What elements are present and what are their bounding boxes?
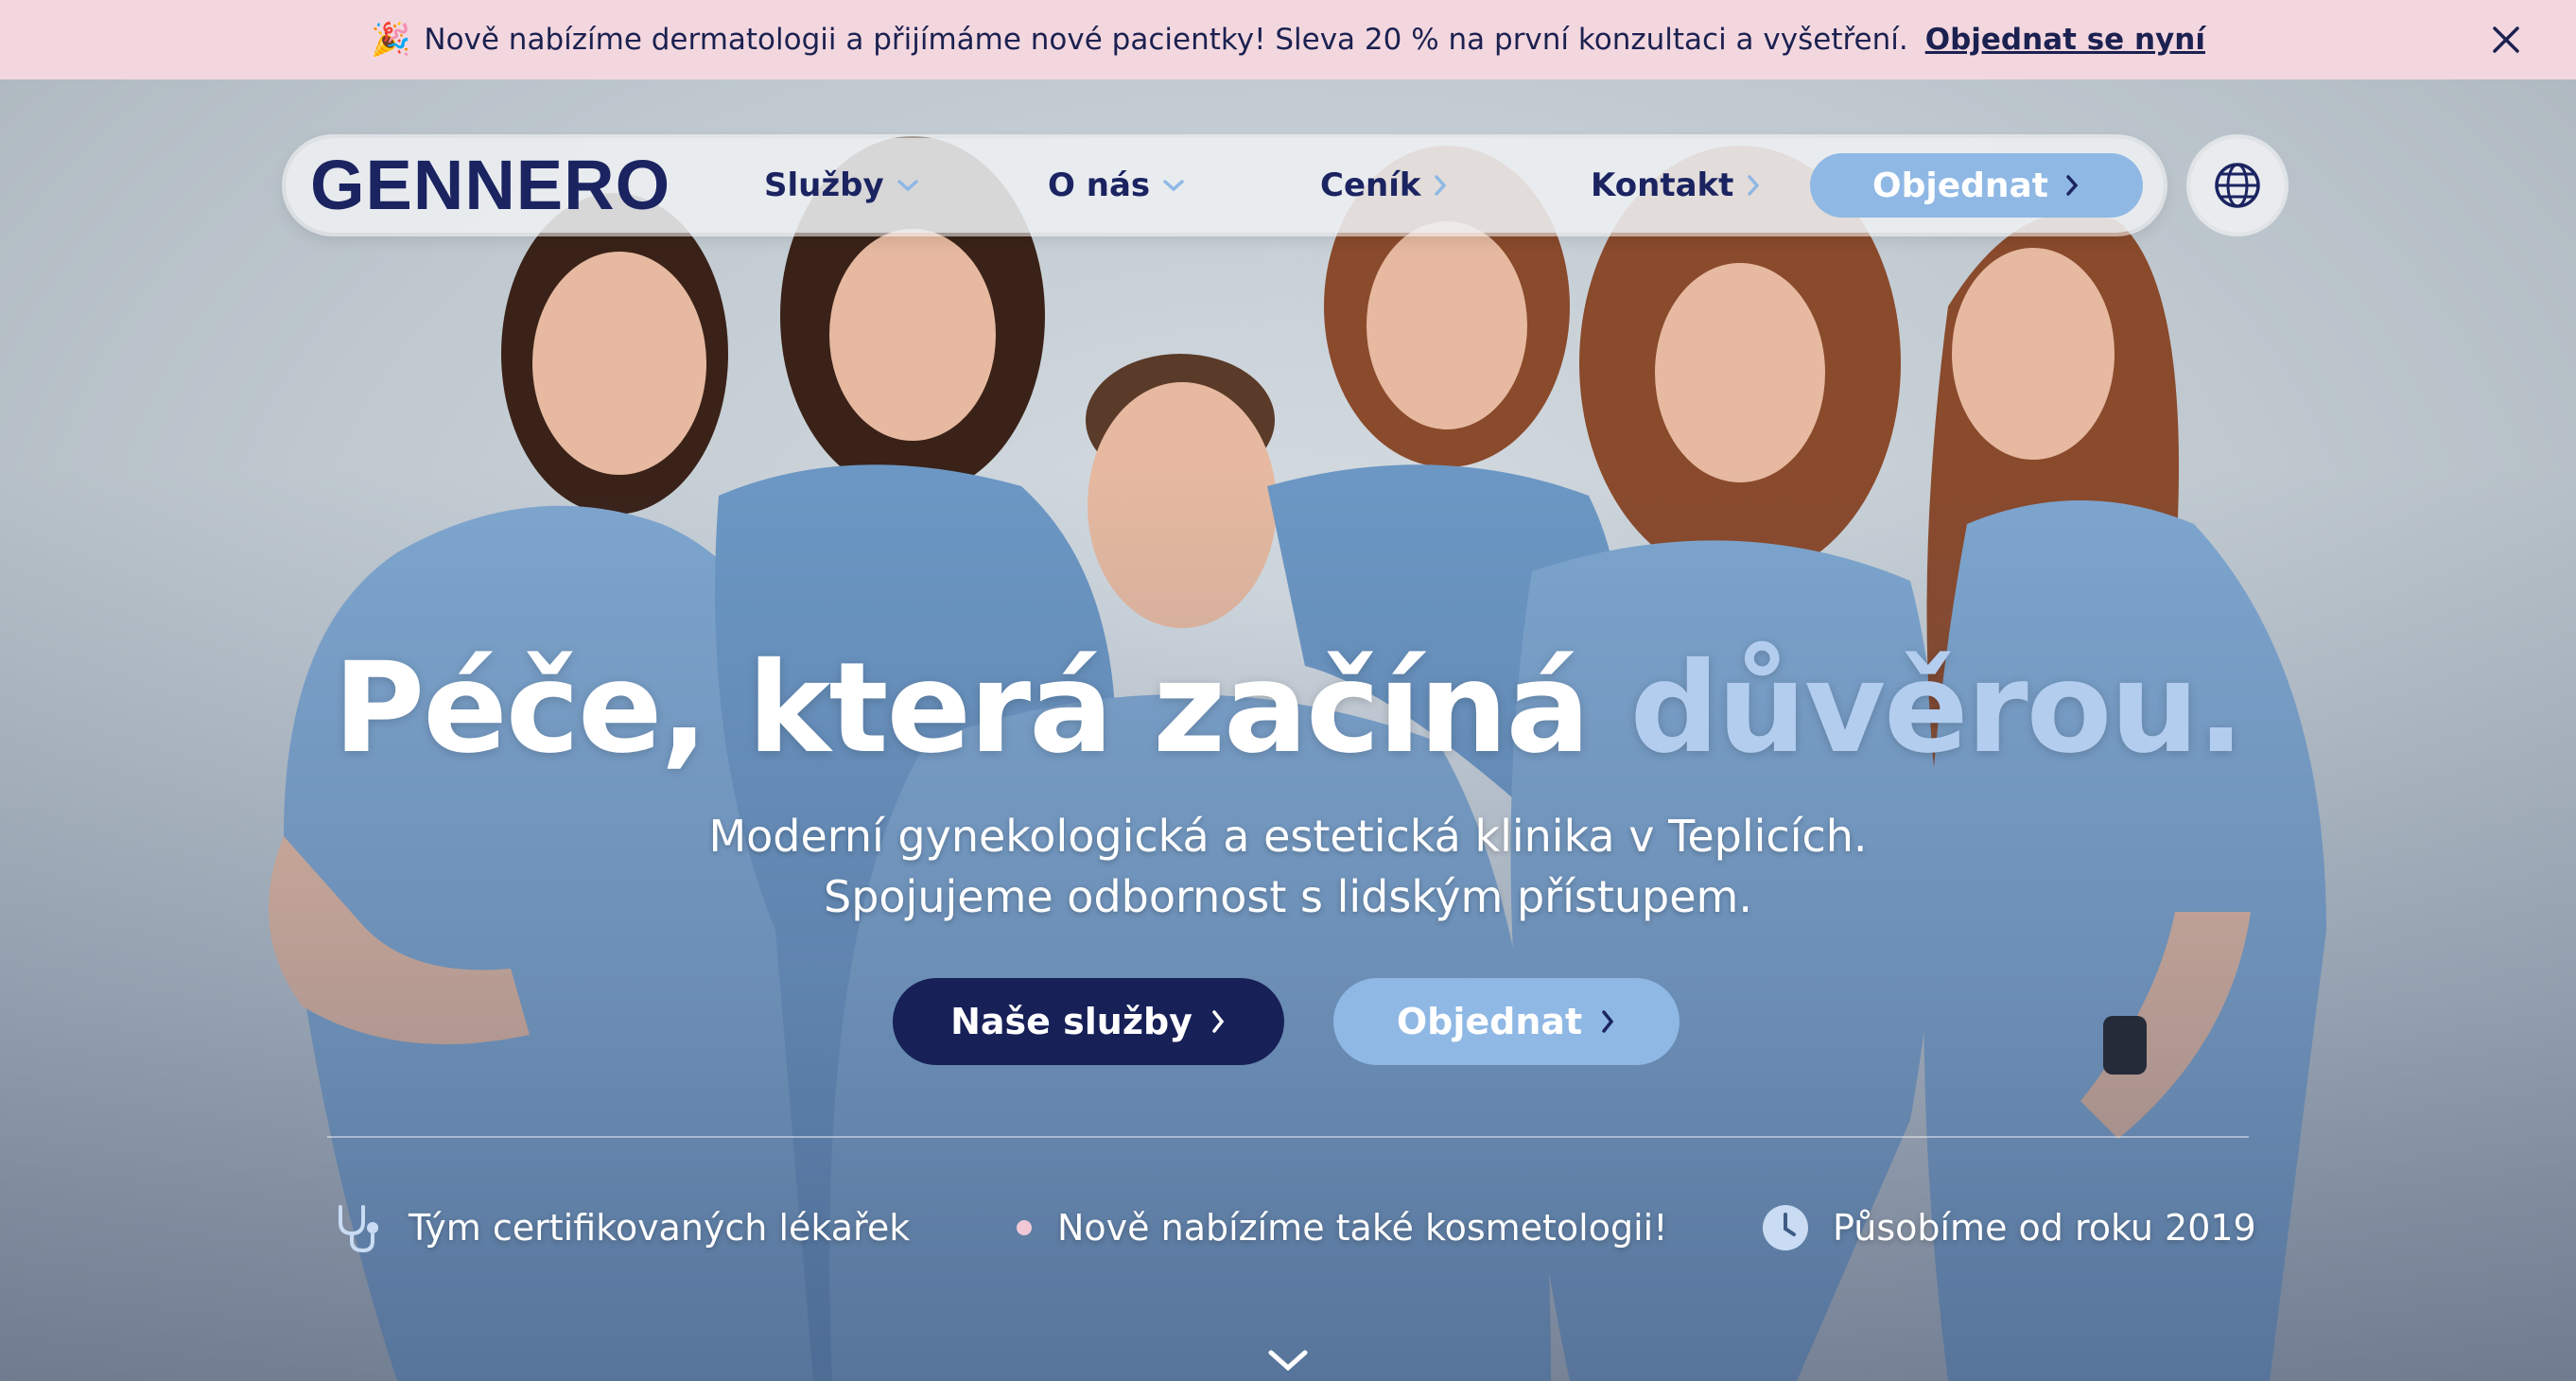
nav-item-sluzby[interactable]: Služby xyxy=(764,138,920,233)
language-switcher[interactable] xyxy=(2190,138,2285,233)
nav-item-o-nas[interactable]: O nás xyxy=(1048,138,1186,233)
hero-divider xyxy=(327,1136,2249,1138)
chevron-down-icon xyxy=(896,180,918,192)
announcement-link[interactable]: Objednat se nyní xyxy=(1925,23,2205,57)
logo[interactable]: GENNERO xyxy=(310,150,670,220)
chevron-right-icon xyxy=(2066,175,2079,196)
feature-item: Tým certifikovaných lékařek xyxy=(333,1199,910,1256)
chevron-down-icon xyxy=(1163,180,1184,192)
order-button[interactable]: Objednat xyxy=(1333,978,1680,1065)
chevron-right-icon xyxy=(1212,1010,1225,1033)
subtitle-line-2: Spojujeme odbornost s lidským přístupem. xyxy=(824,871,1752,922)
dot-icon xyxy=(1014,1217,1035,1238)
nav-order-label: Objednat xyxy=(1871,166,2049,205)
nav-item-label: Ceník xyxy=(1320,166,1421,204)
scroll-down-icon[interactable] xyxy=(1265,1347,1311,1375)
nav-order-button[interactable]: Objednat xyxy=(1810,153,2143,218)
chevron-right-icon xyxy=(1602,1010,1614,1033)
nav-item-label: Kontakt xyxy=(1591,166,1734,204)
feature-text: Tým certifikovaných lékařek xyxy=(409,1207,911,1249)
globe-icon xyxy=(2215,163,2260,208)
announcement-text: Nově nabízíme dermatologii a přijímáme n… xyxy=(424,23,1908,57)
clock-icon xyxy=(1761,1203,1810,1252)
headline-accent: důvěrou. xyxy=(1629,636,2245,781)
nav-item-label: O nás xyxy=(1048,166,1151,204)
feature-text: Působíme od roku 2019 xyxy=(1833,1207,2256,1249)
headline-main: Péče, která začíná xyxy=(333,636,1630,781)
our-services-label: Naše služby xyxy=(950,1001,1192,1042)
main-navigation: GENNERO Služby O nás Ceník Kontakt Objed… xyxy=(286,138,2164,233)
nav-item-cenik[interactable]: Ceník xyxy=(1320,138,1449,233)
nav-item-kontakt[interactable]: Kontakt xyxy=(1591,138,1762,233)
close-icon[interactable] xyxy=(2485,19,2527,61)
feature-item: Působíme od roku 2019 xyxy=(1761,1199,2256,1256)
feature-item: Nově nabízíme také kosmetologii! xyxy=(1014,1199,1667,1256)
hero-headline: Péče, která začíná důvěrou. xyxy=(0,636,2576,781)
stethoscope-icon xyxy=(333,1201,386,1254)
party-popper-icon: 🎉 xyxy=(371,21,411,59)
chevron-right-icon xyxy=(1435,175,1447,196)
feature-text: Nově nabízíme také kosmetologii! xyxy=(1057,1207,1668,1249)
subtitle-line-1: Moderní gynekologická a estetická klinik… xyxy=(708,811,1868,862)
chevron-right-icon xyxy=(1748,175,1760,196)
nav-item-label: Služby xyxy=(764,166,884,204)
hero-subtitle: Moderní gynekologická a estetická klinik… xyxy=(0,806,2576,927)
our-services-button[interactable]: Naše služby xyxy=(893,978,1284,1065)
announcement-bar: 🎉 Nově nabízíme dermatologii a přijímáme… xyxy=(0,0,2576,79)
order-label: Objednat xyxy=(1396,1001,1583,1042)
